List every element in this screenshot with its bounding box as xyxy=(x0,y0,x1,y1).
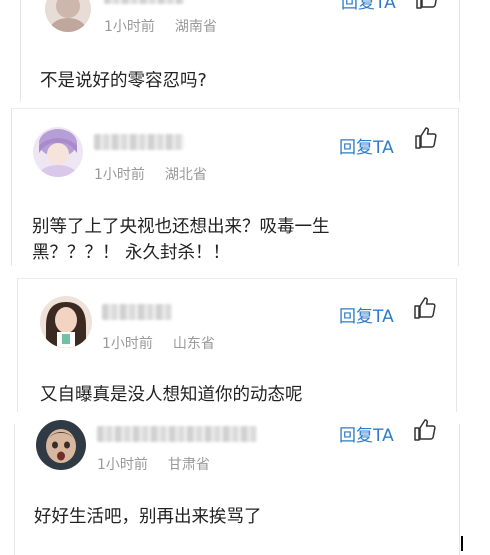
username-blurred[interactable] xyxy=(102,304,172,320)
username-blurred[interactable] xyxy=(94,134,184,150)
comment-meta: 1小时前 甘肃省 xyxy=(97,454,210,474)
comment-time: 1小时前 xyxy=(94,167,145,183)
reply-button[interactable]: 回复TA xyxy=(339,302,394,327)
comment-location: 湖北省 xyxy=(164,167,207,183)
text-cursor xyxy=(461,536,463,551)
thumbs-up-icon[interactable] xyxy=(413,418,437,442)
reply-button[interactable]: 回复TA xyxy=(339,133,394,158)
comment-text: 别等了上了央视也还想出来？吸毒一生 黑？？？！ 永久封杀！！ xyxy=(32,214,330,266)
comment-meta: 1小时前 湖南省 xyxy=(104,16,217,36)
username-blurred[interactable] xyxy=(104,0,184,4)
comment-time: 1小时前 xyxy=(97,457,148,473)
comment-time: 1小时前 xyxy=(104,19,155,35)
comment-meta: 1小时前 山东省 xyxy=(102,333,215,353)
thumbs-up-icon[interactable] xyxy=(415,0,439,10)
comment-location: 湖南省 xyxy=(174,19,217,35)
comment-time: 1小时前 xyxy=(102,336,153,352)
comment-meta: 1小时前 湖北省 xyxy=(94,164,207,184)
avatar[interactable] xyxy=(33,127,83,177)
comment-feed: 1小时前 湖南省 回复TA 不是说好的零容忍吗? 1小时前 湖北省 回复TA 别等了… xyxy=(0,0,490,555)
comment-text: 不是说好的零容忍吗? xyxy=(40,71,207,91)
comment-location: 甘肃省 xyxy=(167,457,210,473)
comment-text: 又自曝真是没人想知道你的动态呢 xyxy=(40,385,303,405)
reply-button[interactable]: 回复TA xyxy=(339,421,394,446)
comment-text-line: 黑？？？！ 永久封杀！！ xyxy=(32,243,231,263)
avatar[interactable] xyxy=(36,420,86,470)
comment-location: 山东省 xyxy=(172,336,215,352)
thumbs-up-icon[interactable] xyxy=(413,296,437,320)
comment-text-line: 别等了上了央视也还想出来？吸毒一生 xyxy=(32,217,330,237)
thumbs-up-icon[interactable] xyxy=(414,126,438,150)
comment-text: 好好生活吧，别再出来挨骂了 xyxy=(34,507,262,527)
avatar[interactable] xyxy=(40,296,92,348)
username-blurred[interactable] xyxy=(97,426,257,442)
reply-button[interactable]: 回复TA xyxy=(341,0,396,13)
